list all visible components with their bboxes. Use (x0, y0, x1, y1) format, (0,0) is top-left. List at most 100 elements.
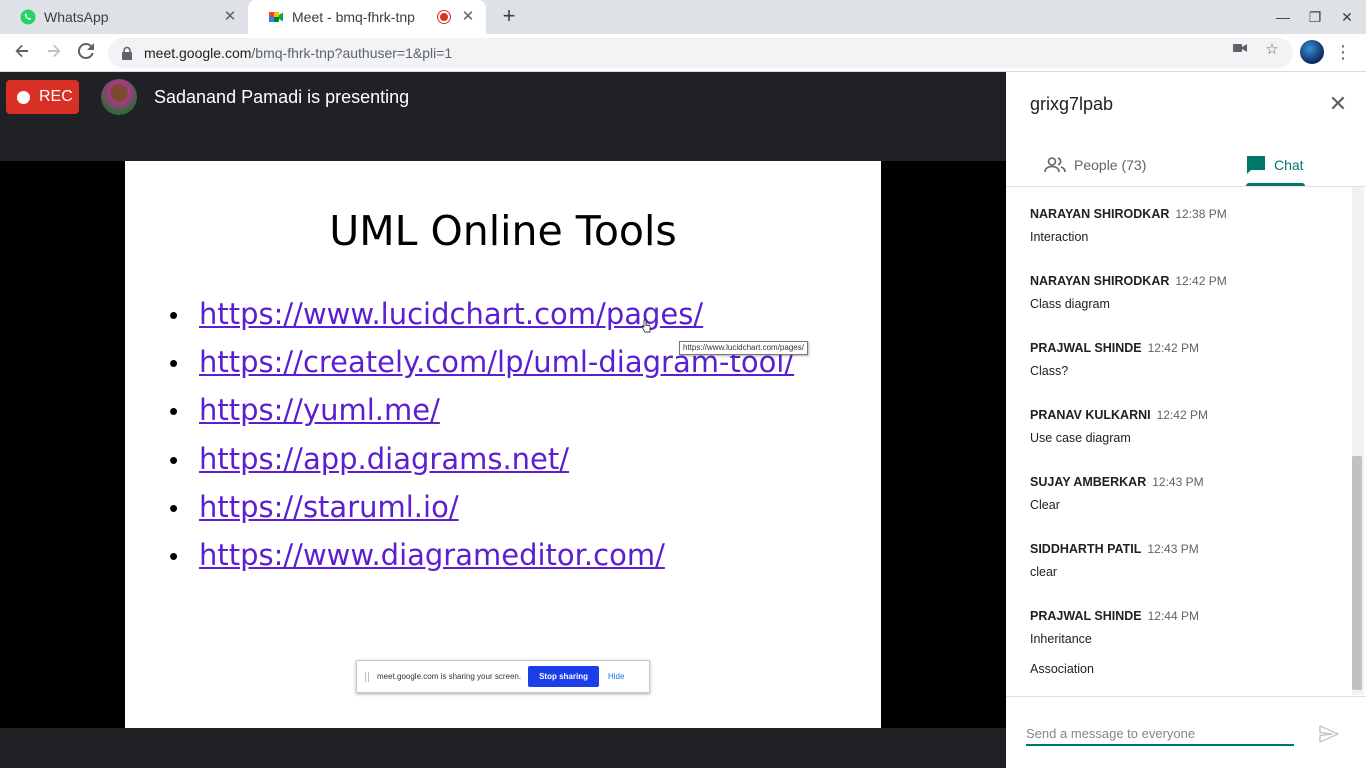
sharing-message: meet.google.com is sharing your screen. (377, 672, 522, 681)
recording-badge: REC (6, 80, 79, 114)
lock-icon (122, 46, 132, 60)
meeting-code: grixg7lpab (1030, 94, 1114, 114)
slide-title: UML Online Tools (329, 207, 677, 255)
close-window-button[interactable]: ✕ (1331, 0, 1363, 34)
address-bar[interactable]: meet.google.com/bmq-fhrk-tnp?authuser=1&… (108, 38, 1293, 68)
message-time: 12:42 PM (1156, 408, 1208, 422)
browser-toolbar: meet.google.com/bmq-fhrk-tnp?authuser=1&… (0, 34, 1366, 72)
message-time: 12:42 PM (1147, 341, 1199, 355)
forward-button[interactable] (42, 41, 66, 65)
message-time: 12:43 PM (1147, 542, 1199, 556)
chat-message-input[interactable] (1026, 722, 1294, 746)
screen-sharing-bar: meet.google.com is sharing your screen. … (356, 660, 650, 693)
list-item: • https://app.diagrams.net/ (169, 442, 794, 490)
chat-message: PRAJWAL SHINDE 12:42 PM Class? (1030, 339, 1199, 378)
hide-button[interactable]: Hide (608, 672, 624, 681)
bullet-icon: • (169, 492, 179, 523)
chat-icon (1247, 156, 1265, 174)
slide-link: https://www.lucidchart.com/pages/ (199, 297, 704, 331)
reload-icon (77, 42, 94, 59)
chat-message: NARAYAN SHIRODKAR 12:42 PM Class diagram (1030, 272, 1227, 311)
camera-icon[interactable] (1232, 42, 1248, 58)
presenter-avatar (101, 79, 137, 115)
send-icon[interactable] (1318, 723, 1340, 745)
record-dot-icon (17, 90, 30, 104)
tab-people[interactable]: People (73) (1044, 144, 1146, 186)
tab-chat-label: Chat (1274, 157, 1304, 173)
slide-link: https://staruml.io/ (199, 489, 459, 524)
tab-people-label: People (73) (1074, 157, 1147, 173)
message-text: Association (1030, 662, 1094, 676)
message-sender: SUJAY AMBERKAR (1030, 475, 1147, 489)
presenting-label: Sadanand Pamadi is presenting (154, 87, 410, 107)
message-time: 12:42 PM (1175, 274, 1227, 288)
message-time: 12:43 PM (1152, 475, 1204, 489)
browser-menu-icon[interactable]: ⋮ (1334, 41, 1352, 63)
tab-chat[interactable]: Chat (1246, 144, 1304, 186)
chat-message: PRANAV KULKARNI 12:42 PM Use case diagram (1030, 406, 1208, 445)
message-sender: PRAJWAL SHINDE (1030, 609, 1142, 623)
message-text: Use case diagram (1030, 431, 1131, 445)
message-text: Interaction (1030, 230, 1089, 244)
message-sender: NARAYAN SHIRODKAR (1030, 274, 1170, 288)
message-time: 12:44 PM (1147, 609, 1199, 623)
bookmark-star-icon[interactable]: ☆ (1264, 42, 1280, 58)
url-path: /bmq-fhrk-tnp?authuser=1&pli=1 (251, 45, 453, 61)
profile-avatar[interactable] (1300, 40, 1324, 64)
new-tab-button[interactable]: + (498, 5, 520, 28)
list-item: • https://staruml.io/ (169, 490, 794, 538)
divider (1006, 696, 1366, 697)
url-host: meet.google.com (144, 45, 252, 61)
message-sender: NARAYAN SHIRODKAR (1030, 207, 1170, 221)
meet-icon (269, 12, 283, 22)
bullet-icon: • (169, 348, 179, 379)
drag-handle-icon[interactable] (365, 671, 369, 682)
hand-cursor-icon (641, 319, 651, 333)
message-sender: PRAJWAL SHINDE (1030, 341, 1142, 355)
tab-title: Meet - bmq-fhrk-tnp (292, 9, 415, 25)
arrow-left-icon (15, 44, 28, 58)
slide-link: https://app.diagrams.net/ (199, 441, 570, 476)
message-sender: SIDDHARTH PATIL (1030, 542, 1142, 556)
message-text: Clear (1030, 498, 1060, 512)
tab-meet[interactable]: Meet - bmq-fhrk-tnp ✕ (248, 0, 486, 34)
link-tooltip: https://www.lucidchart.com/pages/ (679, 341, 808, 355)
reload-button[interactable] (74, 41, 98, 65)
minimize-button[interactable]: — (1267, 0, 1299, 34)
url-text: meet.google.com/bmq-fhrk-tnp?authuser=1&… (144, 45, 452, 61)
chat-message: SIDDHARTH PATIL 12:43 PM clear (1030, 540, 1199, 579)
scrollbar-thumb[interactable] (1352, 456, 1362, 690)
tab-title: WhatsApp (44, 9, 109, 25)
list-item: • https://yuml.me/ (169, 393, 794, 441)
stop-sharing-button[interactable]: Stop sharing (528, 666, 599, 687)
presented-slide: UML Online Tools • https://www.lucidchart… (125, 161, 881, 728)
message-text: Inheritance (1030, 632, 1092, 646)
chat-messages: NARAYAN SHIRODKAR 12:38 PM Interaction NA… (1006, 187, 1351, 695)
message-text: Class diagram (1030, 297, 1110, 311)
recording-indicator-icon (438, 11, 450, 23)
restore-button[interactable]: ❐ (1299, 0, 1331, 34)
close-panel-icon[interactable]: ✕ (1326, 92, 1350, 116)
message-sender: PRANAV KULKARNI (1030, 408, 1151, 422)
whatsapp-icon (20, 9, 36, 25)
close-icon[interactable]: ✕ (460, 9, 476, 25)
bullet-icon: • (169, 444, 179, 475)
side-panel: grixg7lpab ✕ People (73) Chat NARAYAN SH… (1006, 72, 1366, 768)
tab-strip: WhatsApp ✕ Meet - bmq-fhrk-tnp ✕ + — ❐ ✕ (0, 0, 1366, 34)
close-icon[interactable]: ✕ (222, 9, 238, 25)
bullet-icon: • (169, 300, 179, 330)
message-time: 12:38 PM (1175, 207, 1227, 221)
message-text: Class? (1030, 364, 1069, 378)
list-item: • https://www.lucidchart.com/pages/ (169, 297, 794, 345)
bullet-icon: • (169, 540, 179, 571)
chat-message: PRAJWAL SHINDE 12:44 PM Inheritance Assoc… (1030, 607, 1199, 676)
slide-link: https://www.diagrameditor.com/ (199, 537, 665, 572)
slide-link: https://yuml.me/ (199, 393, 440, 428)
message-text: clear (1030, 565, 1058, 579)
chat-message: SUJAY AMBERKAR 12:43 PM Clear (1030, 473, 1204, 512)
people-icon (1044, 157, 1066, 173)
chat-message: NARAYAN SHIRODKAR 12:38 PM Interaction (1030, 205, 1227, 244)
back-button[interactable] (10, 41, 34, 65)
tab-whatsapp[interactable]: WhatsApp ✕ (0, 0, 248, 34)
bullet-icon: • (169, 396, 179, 427)
